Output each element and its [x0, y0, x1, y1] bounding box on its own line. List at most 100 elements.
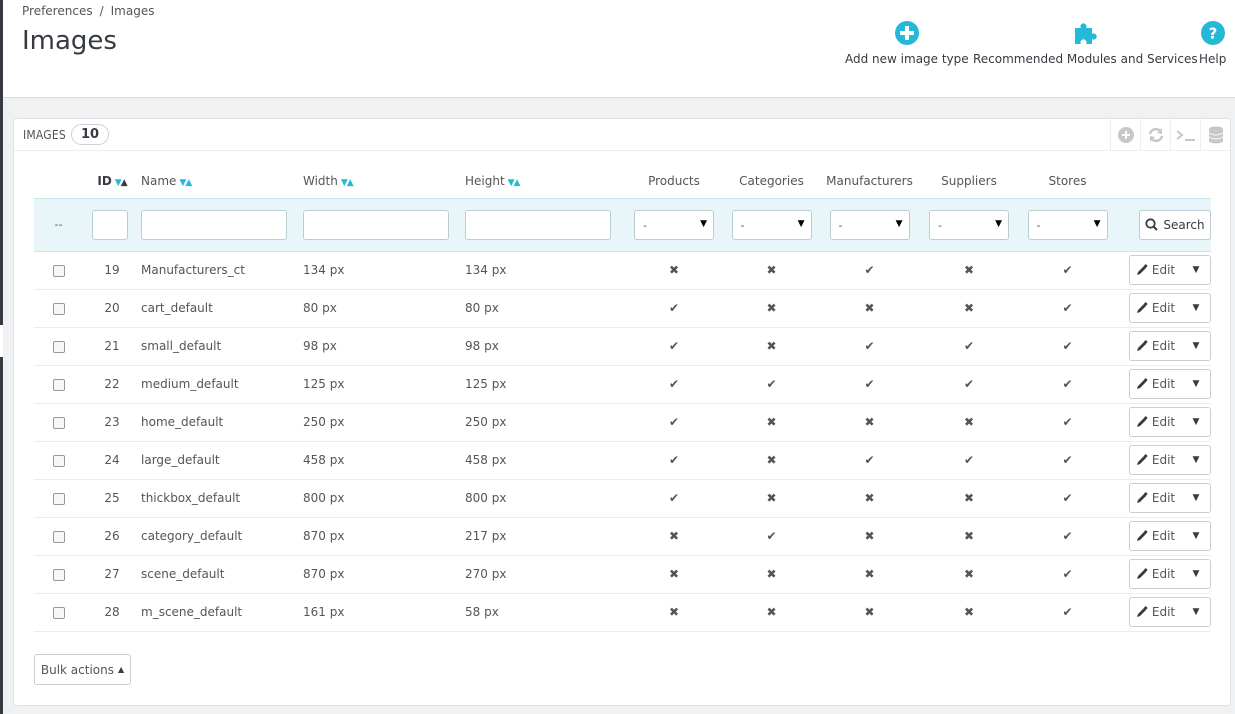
- edit-dropdown-toggle[interactable]: ▼: [1182, 408, 1210, 436]
- edit-dropdown-toggle[interactable]: ▼: [1182, 370, 1210, 398]
- cross-icon[interactable]: ✖: [723, 441, 820, 480]
- check-icon[interactable]: ✔: [820, 441, 919, 480]
- table-row[interactable]: 20 cart_default 80 px 80 px ✔ ✖ ✖ ✖ ✔ Edit ▼: [34, 289, 1211, 328]
- check-icon[interactable]: ✔: [625, 365, 723, 404]
- cross-icon[interactable]: ✖: [723, 593, 820, 632]
- edit-button[interactable]: Edit: [1130, 332, 1182, 360]
- header-height[interactable]: Height ▼▲: [465, 165, 625, 198]
- bulk-actions-button[interactable]: Bulk actions ▲: [34, 654, 131, 685]
- filter-categories-select[interactable]: - ▼: [731, 209, 812, 240]
- edit-button[interactable]: Edit: [1130, 484, 1182, 512]
- edit-button[interactable]: Edit: [1130, 408, 1182, 436]
- edit-dropdown-toggle[interactable]: ▼: [1182, 598, 1210, 626]
- check-icon[interactable]: ✔: [820, 327, 919, 366]
- table-row[interactable]: 28 m_scene_default 161 px 58 px ✖ ✖ ✖ ✖ ✔ Edit ▼: [34, 593, 1211, 632]
- header-name[interactable]: Name ▼▲: [141, 165, 303, 198]
- check-icon[interactable]: ✔: [723, 365, 820, 404]
- check-icon[interactable]: ✔: [919, 441, 1019, 480]
- cross-icon[interactable]: ✖: [919, 251, 1019, 290]
- table-row[interactable]: 24 large_default 458 px 458 px ✔ ✖ ✔ ✔ ✔ Edit ▼: [34, 441, 1211, 480]
- cross-icon[interactable]: ✖: [625, 517, 723, 556]
- check-icon[interactable]: ✔: [1019, 403, 1116, 442]
- check-icon[interactable]: ✔: [919, 365, 1019, 404]
- edit-dropdown-toggle[interactable]: ▼: [1182, 294, 1210, 322]
- check-icon[interactable]: ✔: [723, 517, 820, 556]
- table-row[interactable]: 26 category_default 870 px 217 px ✖ ✔ ✖ ✖ ✔ Edit ▼: [34, 517, 1211, 556]
- cross-icon[interactable]: ✖: [820, 555, 919, 594]
- database-export-icon[interactable]: [1200, 119, 1230, 151]
- refresh-icon[interactable]: [1140, 119, 1170, 151]
- edit-button[interactable]: Edit: [1130, 294, 1182, 322]
- cross-icon[interactable]: ✖: [820, 593, 919, 632]
- row-checkbox[interactable]: [52, 606, 65, 619]
- row-checkbox[interactable]: [52, 568, 65, 581]
- row-checkbox[interactable]: [52, 416, 65, 429]
- check-icon[interactable]: ✔: [625, 289, 723, 328]
- edit-dropdown-toggle[interactable]: ▼: [1182, 484, 1210, 512]
- check-icon[interactable]: ✔: [919, 327, 1019, 366]
- cross-icon[interactable]: ✖: [723, 555, 820, 594]
- sort-arrows-icon[interactable]: ▼▲: [179, 178, 192, 188]
- filter-id-input[interactable]: [92, 209, 128, 240]
- table-row[interactable]: 21 small_default 98 px 98 px ✔ ✖ ✔ ✔ ✔ Edit ▼: [34, 327, 1211, 366]
- filter-products-select[interactable]: - ▼: [634, 209, 714, 240]
- edit-dropdown-toggle[interactable]: ▼: [1182, 522, 1210, 550]
- row-checkbox[interactable]: [52, 530, 65, 543]
- filter-width-input[interactable]: [303, 209, 449, 240]
- help-button[interactable]: ? Help: [1199, 20, 1226, 66]
- cross-icon[interactable]: ✖: [625, 251, 723, 290]
- cross-icon[interactable]: ✖: [820, 403, 919, 442]
- cross-icon[interactable]: ✖: [625, 555, 723, 594]
- check-icon[interactable]: ✔: [820, 365, 919, 404]
- cross-icon[interactable]: ✖: [919, 289, 1019, 328]
- row-checkbox[interactable]: [52, 454, 65, 467]
- row-checkbox[interactable]: [52, 340, 65, 353]
- table-row[interactable]: 25 thickbox_default 800 px 800 px ✔ ✖ ✖ ✖ ✔ Edit ▼: [34, 479, 1211, 518]
- check-icon[interactable]: ✔: [820, 251, 919, 290]
- edit-dropdown-toggle[interactable]: ▼: [1182, 446, 1210, 474]
- sort-arrows-icon[interactable]: ▼▲: [115, 178, 128, 188]
- table-row[interactable]: 23 home_default 250 px 250 px ✔ ✖ ✖ ✖ ✔ Edit ▼: [34, 403, 1211, 442]
- check-icon[interactable]: ✔: [1019, 289, 1116, 328]
- check-icon[interactable]: ✔: [1019, 479, 1116, 518]
- filter-height-input[interactable]: [465, 209, 611, 240]
- edit-button[interactable]: Edit: [1130, 370, 1182, 398]
- cross-icon[interactable]: ✖: [723, 479, 820, 518]
- check-icon[interactable]: ✔: [625, 327, 723, 366]
- edit-dropdown-toggle[interactable]: ▼: [1182, 332, 1210, 360]
- check-icon[interactable]: ✔: [625, 403, 723, 442]
- sort-arrows-icon[interactable]: ▼▲: [508, 178, 521, 188]
- cross-icon[interactable]: ✖: [723, 251, 820, 290]
- filter-suppliers-select[interactable]: - ▼: [929, 209, 1009, 240]
- check-icon[interactable]: ✔: [1019, 441, 1116, 480]
- header-width[interactable]: Width ▼▲: [303, 165, 465, 198]
- cross-icon[interactable]: ✖: [919, 593, 1019, 632]
- add-new-image-type-button[interactable]: Add new image type: [845, 20, 969, 66]
- cross-icon[interactable]: ✖: [820, 517, 919, 556]
- cross-icon[interactable]: ✖: [919, 517, 1019, 556]
- check-icon[interactable]: ✔: [625, 479, 723, 518]
- edit-dropdown-toggle[interactable]: ▼: [1182, 560, 1210, 588]
- row-checkbox[interactable]: [52, 492, 65, 505]
- sort-arrows-icon[interactable]: ▼▲: [341, 178, 354, 188]
- cross-icon[interactable]: ✖: [723, 289, 820, 328]
- edit-button[interactable]: Edit: [1130, 560, 1182, 588]
- filter-stores-select[interactable]: - ▼: [1027, 209, 1108, 240]
- edit-dropdown-toggle[interactable]: ▼: [1182, 256, 1210, 284]
- sql-query-icon[interactable]: [1170, 119, 1200, 151]
- cross-icon[interactable]: ✖: [723, 327, 820, 366]
- cross-icon[interactable]: ✖: [919, 403, 1019, 442]
- filter-manufacturers-select[interactable]: - ▼: [829, 209, 910, 240]
- table-row[interactable]: 19 Manufacturers_ct 134 px 134 px ✖ ✖ ✔ ✖ ✔ Edit ▼: [34, 251, 1211, 290]
- cross-icon[interactable]: ✖: [919, 479, 1019, 518]
- edit-button[interactable]: Edit: [1130, 256, 1182, 284]
- check-icon[interactable]: ✔: [625, 441, 723, 480]
- cross-icon[interactable]: ✖: [723, 403, 820, 442]
- filter-name-input[interactable]: [141, 209, 287, 240]
- header-id[interactable]: ID ▼▲: [83, 165, 141, 198]
- cross-icon[interactable]: ✖: [919, 555, 1019, 594]
- edit-button[interactable]: Edit: [1130, 522, 1182, 550]
- recommended-modules-button[interactable]: Recommended Modules and Services: [973, 20, 1198, 66]
- cross-icon[interactable]: ✖: [820, 479, 919, 518]
- add-new-icon[interactable]: [1110, 119, 1140, 151]
